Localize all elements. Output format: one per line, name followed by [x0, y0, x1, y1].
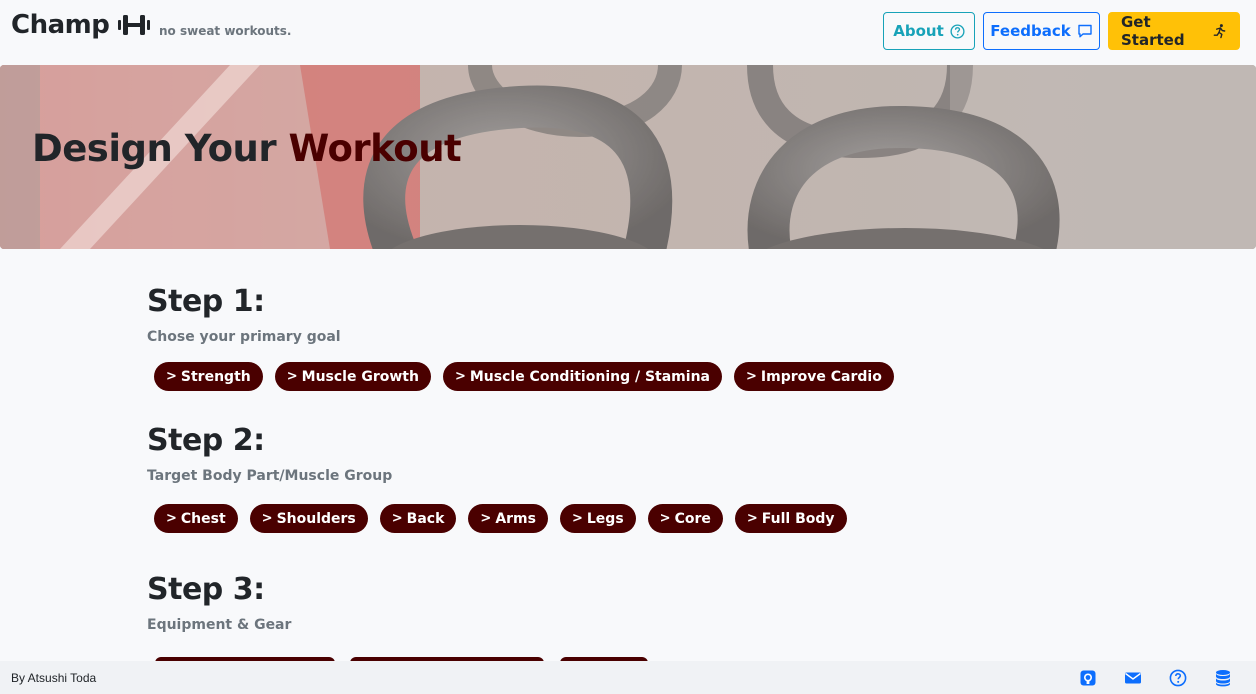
step-2: Step 2: Target Body Part/Muscle Group > C…	[147, 423, 847, 533]
tagline: no sweat workouts.	[159, 24, 292, 38]
body-part-chest[interactable]: > Chest	[154, 504, 238, 533]
pill-label: Shoulders	[276, 510, 356, 527]
goal-option-improve-cardio[interactable]: > Improve Cardio	[734, 362, 894, 391]
page-title: Design Your Workout	[32, 127, 462, 170]
body-part-legs[interactable]: > Legs	[559, 504, 636, 533]
step-3: Step 3: Equipment & Gear	[147, 572, 291, 633]
navbar: Champ no sweat workouts. About Feedback	[0, 0, 1256, 64]
page-title-accent: Workout	[288, 127, 462, 170]
body-part-back[interactable]: > Back	[379, 504, 457, 533]
chevron-right-icon: >	[261, 511, 273, 526]
chevron-right-icon: >	[571, 511, 583, 526]
step-subtitle: Equipment & Gear	[147, 617, 292, 633]
chevron-right-icon: >	[746, 511, 758, 526]
dumbbell-icon	[117, 12, 151, 38]
chevron-right-icon: >	[454, 369, 466, 384]
chevron-right-icon: >	[480, 511, 492, 526]
step-subtitle: Chose your primary goal	[147, 329, 341, 345]
chevron-right-icon: >	[166, 511, 177, 526]
pill-label: Chest	[180, 510, 226, 527]
body-part-arms[interactable]: > Arms	[468, 504, 548, 533]
hero-banner: Design Your Workout	[0, 65, 1256, 249]
get-started-button[interactable]: Get Started	[1108, 12, 1240, 50]
step-subtitle: Target Body Part/Muscle Group	[147, 468, 393, 484]
brand-name: Champ	[11, 10, 110, 40]
about-button[interactable]: About	[883, 12, 975, 50]
nav-buttons: About Feedback Get Started	[883, 12, 1240, 50]
feedback-button[interactable]: Feedback	[983, 12, 1100, 50]
chevron-right-icon: >	[391, 511, 403, 526]
pill-label: Muscle Growth	[301, 368, 419, 385]
chevron-right-icon: >	[166, 369, 177, 384]
step-heading: Step 2:	[147, 423, 265, 458]
question-circle-icon	[950, 23, 965, 39]
pill-label: Legs	[586, 510, 624, 527]
get-started-label: Get Started	[1121, 13, 1185, 49]
pill-label: Muscle Conditioning / Stamina	[469, 368, 710, 385]
running-person-icon	[1213, 24, 1226, 39]
about-label: About	[893, 22, 944, 40]
chevron-right-icon: >	[286, 369, 298, 384]
pill-label: Full Body	[761, 510, 835, 527]
body-part-options: > Chest > Shoulders > Back > Arms > Legs > Cor…	[154, 504, 847, 533]
step-heading: Step 3:	[147, 572, 265, 607]
goal-option-muscle-growth[interactable]: > Muscle Growth	[274, 362, 431, 391]
pill-label: Improve Cardio	[760, 368, 882, 385]
github-icon[interactable]	[1079, 669, 1097, 687]
footer-author: By Atsushi Toda	[11, 671, 97, 685]
help-icon[interactable]	[1169, 669, 1187, 687]
chevron-right-icon: >	[659, 511, 671, 526]
pill-label: Arms	[495, 510, 536, 527]
page-title-prefix: Design Your	[32, 127, 289, 170]
goal-options: > Strength > Muscle Growth > Muscle Conditi…	[154, 362, 894, 391]
mail-icon[interactable]	[1124, 669, 1142, 687]
pill-label: Core	[674, 510, 711, 527]
brand-link[interactable]: Champ	[11, 10, 151, 40]
body-part-shoulders[interactable]: > Shoulders	[249, 504, 368, 533]
body-part-full-body[interactable]: > Full Body	[734, 504, 847, 533]
pill-label: Back	[406, 510, 445, 527]
footer-icons	[1079, 669, 1232, 687]
goal-option-strength[interactable]: > Strength	[154, 362, 263, 391]
chat-icon	[1078, 24, 1092, 38]
feedback-label: Feedback	[990, 22, 1071, 40]
body-part-core[interactable]: > Core	[647, 504, 723, 533]
pill-label: Strength	[180, 368, 251, 385]
footer: By Atsushi Toda	[0, 661, 1256, 694]
step-heading: Step 1:	[147, 284, 265, 319]
goal-option-muscle-conditioning[interactable]: > Muscle Conditioning / Stamina	[442, 362, 722, 391]
chevron-right-icon: >	[746, 369, 757, 384]
database-icon[interactable]	[1214, 669, 1232, 687]
step-1: Step 1: Chose your primary goal > Strengt…	[147, 284, 894, 391]
